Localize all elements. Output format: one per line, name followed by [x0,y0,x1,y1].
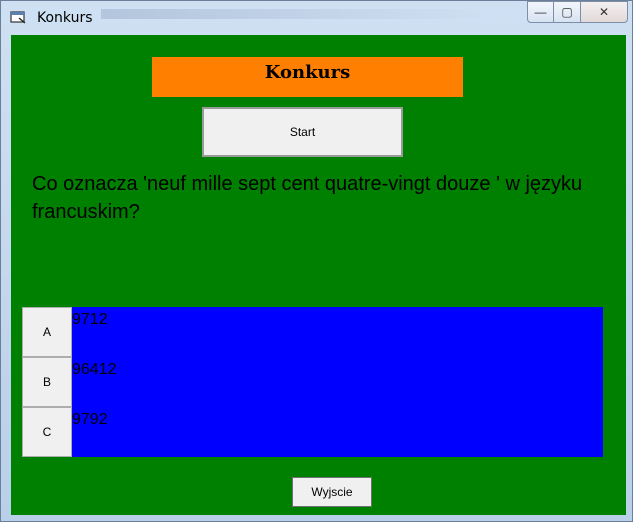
answers-panel: A 9712 B 96412 C 9792 [22,307,603,457]
answer-a-key: A [42,325,51,339]
answer-c-button[interactable]: C [22,407,72,457]
start-button[interactable]: Start [202,107,403,157]
exit-button-label: Wyjscie [311,485,353,499]
start-button-label: Start [289,125,316,139]
answer-c-key: C [42,425,52,439]
title-bar[interactable]: Konkurs — ▢ ✕ [1,1,632,35]
answer-c-text: 9792 [72,411,108,428]
background-window-title-ghost [101,9,481,19]
window-controls: — ▢ ✕ [527,1,628,23]
close-button[interactable]: ✕ [581,1,628,23]
answer-a-button[interactable]: A [22,307,72,357]
maximize-icon: ▢ [561,5,573,19]
minimize-icon: — [534,5,547,19]
page-title: Konkurs [264,61,351,83]
maximize-button[interactable]: ▢ [554,1,581,23]
answer-b-button[interactable]: B [22,357,72,407]
exit-button[interactable]: Wyjscie [292,477,372,507]
window-title: Konkurs [37,10,93,26]
close-icon: ✕ [598,5,610,19]
form-client-area: Konkurs Start Co oznacza 'neuf mille sep… [11,35,626,515]
answer-b-text: 96412 [72,361,117,378]
app-window: Konkurs — ▢ ✕ Konkurs Start Co oznacza '… [0,0,633,522]
answer-b-key: B [42,375,51,389]
answer-a-text: 9712 [72,311,108,328]
app-window-icon [10,11,26,24]
heading-banner: Konkurs [152,57,463,97]
question-text: Co oznacza 'neuf mille sept cent quatre-… [32,173,583,223]
minimize-button[interactable]: — [527,1,554,23]
